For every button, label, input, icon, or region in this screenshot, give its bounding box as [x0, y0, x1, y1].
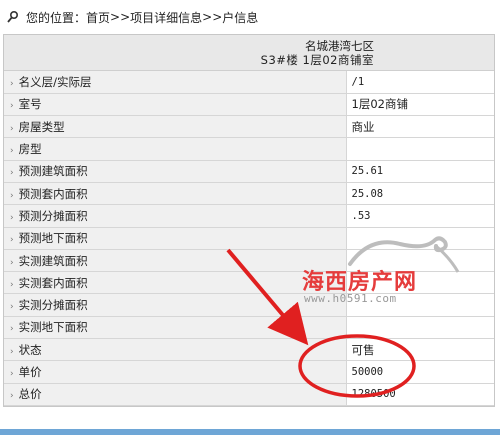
- row-label: 实测分摊面积: [18, 298, 88, 313]
- row-label: 实测地下面积: [18, 320, 88, 335]
- row-marker-icon: ›: [10, 257, 14, 268]
- table-row: › 实测地下面积: [4, 316, 494, 340]
- row-label-cell: › 室号: [4, 93, 347, 117]
- breadcrumb-project-link[interactable]: 项目详细信息: [130, 9, 202, 26]
- unit-info-table: 名城港湾七区 S3#楼 1层02商铺室 › 名义层/实际层/1 › 室号 1层02商铺 ›…: [3, 34, 495, 407]
- row-value: [346, 227, 494, 250]
- breadcrumb: 您的位置： 首页 >> 项目详细信息 >> 户信息: [0, 0, 500, 34]
- breadcrumb-home-link[interactable]: 首页: [86, 9, 110, 26]
- table-row: › 房屋类型 商业: [4, 115, 494, 139]
- row-label-cell: › 实测套内面积: [4, 271, 347, 295]
- breadcrumb-prefix: 您的位置：: [26, 10, 87, 25]
- row-label: 房屋类型: [18, 119, 65, 134]
- row-marker-icon: ›: [10, 146, 14, 157]
- row-label: 实测套内面积: [18, 275, 88, 290]
- breadcrumb-current: 户信息: [222, 10, 259, 25]
- row-label-cell: › 预测建筑面积: [4, 160, 347, 183]
- row-label: 预测套内面积: [18, 186, 88, 201]
- row-marker-icon: ›: [10, 168, 14, 179]
- row-marker-icon: ›: [10, 235, 14, 246]
- table-row: › 房型: [4, 137, 494, 161]
- row-marker-icon: ›: [10, 324, 14, 335]
- table-row: › 实测建筑面积: [4, 249, 494, 273]
- row-label-cell: › 总价: [4, 383, 347, 406]
- table-row: › 预测地下面积: [4, 227, 494, 250]
- row-label: 实测建筑面积: [18, 253, 88, 268]
- row-marker-icon: ›: [10, 101, 14, 112]
- row-marker-icon: ›: [10, 78, 14, 89]
- row-marker-icon: ›: [10, 123, 14, 134]
- row-marker-icon: ›: [10, 302, 14, 313]
- row-value: 25.08: [346, 182, 494, 206]
- row-value: [346, 249, 494, 273]
- row-value: 50000: [346, 360, 494, 384]
- row-label-cell: › 房型: [4, 137, 347, 161]
- row-label-cell: › 房屋类型: [4, 115, 347, 139]
- breadcrumb-separator: >>: [110, 10, 131, 24]
- row-value: .53: [346, 204, 494, 228]
- table-header: 名城港湾七区 S3#楼 1层02商铺室: [4, 35, 494, 71]
- row-label: 状态: [18, 342, 42, 357]
- row-value: 商业: [346, 115, 494, 139]
- row-value: 25.61: [346, 160, 494, 183]
- row-label: 预测地下面积: [18, 231, 88, 246]
- row-value: 1280500: [346, 383, 494, 406]
- row-label-cell: › 实测地下面积: [4, 316, 347, 340]
- row-label-cell: › 预测套内面积: [4, 182, 347, 206]
- table-row: › 预测建筑面积 25.61: [4, 160, 494, 183]
- breadcrumb-separator: >>: [202, 10, 223, 24]
- row-marker-icon: ›: [10, 190, 14, 201]
- table-row: › 状态 可售: [4, 338, 494, 362]
- row-marker-icon: ›: [10, 212, 14, 223]
- project-name: 名城港湾七区: [305, 38, 374, 53]
- row-label: 房型: [18, 142, 42, 157]
- row-value: 可售: [346, 338, 494, 362]
- row-label: 预测分摊面积: [18, 208, 88, 223]
- table-row: › 实测分摊面积: [4, 293, 494, 317]
- info-rows: › 名义层/实际层/1 › 室号 1层02商铺 › 房屋类型 商业 › 房型 › 预测建筑面积 25.6…: [4, 71, 494, 406]
- row-label: 名义层/实际层: [18, 74, 92, 89]
- table-row: › 单价 50000: [4, 360, 494, 384]
- row-label-cell: › 预测分摊面积: [4, 204, 347, 228]
- table-row: › 室号 1层02商铺: [4, 93, 494, 117]
- row-marker-icon: ›: [10, 391, 14, 402]
- row-value: [346, 137, 494, 161]
- row-label-cell: › 名义层/实际层: [4, 71, 347, 94]
- location-pin-icon: [6, 10, 20, 24]
- row-label-cell: › 预测地下面积: [4, 227, 347, 250]
- row-value: [346, 271, 494, 295]
- row-marker-icon: ›: [10, 369, 14, 379]
- row-label-cell: › 实测建筑面积: [4, 249, 347, 273]
- row-label: 单价: [18, 365, 42, 379]
- row-value: 1层02商铺: [346, 93, 494, 117]
- row-marker-icon: ›: [10, 346, 14, 357]
- bottom-bar: [0, 429, 500, 435]
- row-label: 预测建筑面积: [18, 164, 88, 179]
- table-row: › 名义层/实际层/1: [4, 71, 494, 94]
- row-value: /1: [346, 71, 494, 94]
- row-label: 室号: [18, 97, 42, 112]
- row-label-cell: › 实测分摊面积: [4, 293, 347, 317]
- row-label-cell: › 状态: [4, 338, 347, 362]
- table-row: › 总价 1280500: [4, 383, 494, 406]
- row-label-cell: › 单价: [4, 360, 347, 384]
- row-marker-icon: ›: [10, 279, 14, 290]
- row-value: [346, 293, 494, 317]
- unit-name: S3#楼 1层02商铺室: [260, 52, 374, 67]
- table-row: › 实测套内面积: [4, 271, 494, 295]
- table-row: › 预测套内面积 25.08: [4, 182, 494, 206]
- row-value: [346, 316, 494, 340]
- row-label: 总价: [18, 387, 42, 402]
- table-row: › 预测分摊面积 .53: [4, 204, 494, 228]
